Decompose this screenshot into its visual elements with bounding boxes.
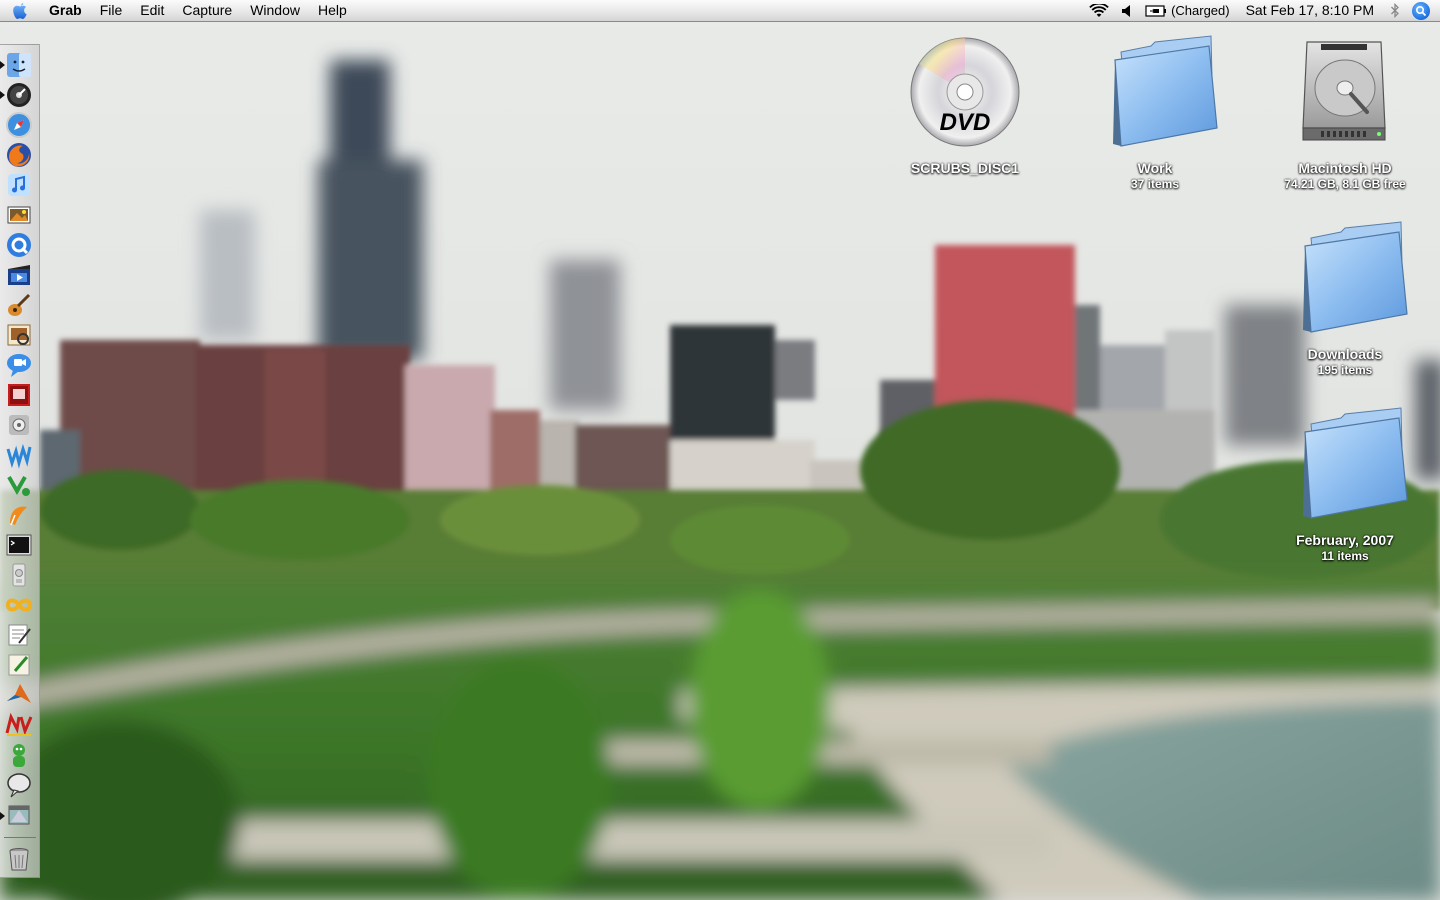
- menu-clock[interactable]: Sat Feb 17, 8:10 PM: [1236, 0, 1384, 21]
- dock-textedit-icon[interactable]: [5, 621, 33, 649]
- hd-label: Macintosh HD: [1298, 160, 1392, 176]
- wifi-icon[interactable]: [1083, 3, 1115, 18]
- work-folder-label: Work: [1137, 160, 1173, 176]
- battery-icon: [1145, 4, 1167, 17]
- spotlight-icon[interactable]: [1412, 1, 1430, 20]
- dock-grab-icon[interactable]: [5, 561, 33, 589]
- dock-terminal-icon[interactable]: [5, 531, 33, 559]
- dock-garageband-icon[interactable]: [5, 291, 33, 319]
- dock-finder-icon[interactable]: [5, 51, 33, 79]
- dock-trash-icon[interactable]: [5, 845, 33, 873]
- dock-vectorworks-icon[interactable]: [5, 471, 33, 499]
- dock-system-preferences-icon[interactable]: [5, 411, 33, 439]
- desktop-february-2007-folder[interactable]: February, 2007 11 items: [1270, 404, 1420, 564]
- desktop-work-folder[interactable]: Work 37 items: [1080, 32, 1230, 192]
- dock-script-editor-icon[interactable]: [5, 651, 33, 679]
- hard-drive-icon: [1281, 32, 1409, 160]
- dock-separator: [4, 837, 36, 838]
- dock-infinity-app-icon[interactable]: [5, 591, 33, 619]
- dock-dreamweaver-icon[interactable]: [5, 441, 33, 469]
- menu-app-name[interactable]: Grab: [40, 0, 91, 21]
- menu-help[interactable]: Help: [309, 0, 356, 21]
- dock-quicktime-icon[interactable]: [5, 231, 33, 259]
- downloads-folder-info: 195 items: [1317, 363, 1373, 377]
- apple-menu-icon[interactable]: [0, 0, 40, 21]
- dock-iphoto-icon[interactable]: [5, 201, 33, 229]
- february-folder-info: 11 items: [1321, 549, 1369, 563]
- menu-bar: Grab File Edit Capture Window Help (Char…: [0, 0, 1440, 22]
- dock-pages-icon[interactable]: [5, 501, 33, 529]
- dock: [0, 44, 40, 878]
- desktop-downloads-folder[interactable]: Downloads 195 items: [1270, 218, 1420, 378]
- dvd-logo-text: DVD: [940, 109, 991, 136]
- dock-imovie-icon[interactable]: [5, 261, 33, 289]
- menu-capture[interactable]: Capture: [173, 0, 241, 21]
- hd-info: 74.21 GB, 8.1 GB free: [1284, 177, 1406, 191]
- february-folder-label: February, 2007: [1296, 532, 1394, 548]
- desktop-dvd-item[interactable]: DVD SCRUBS_DISC1: [890, 32, 1040, 177]
- folder-icon: [1281, 218, 1409, 346]
- folder-icon: [1281, 404, 1409, 532]
- work-folder-info: 37 items: [1130, 177, 1180, 191]
- dock-adium-icon[interactable]: [5, 741, 33, 769]
- dock-safari-icon[interactable]: [5, 111, 33, 139]
- dock-dashboard-icon[interactable]: [5, 81, 33, 109]
- dock-downloads-stack-icon[interactable]: [5, 801, 33, 829]
- menu-file[interactable]: File: [91, 0, 132, 21]
- dvd-label: SCRUBS_DISC1: [910, 160, 1020, 176]
- dock-matlab-icon[interactable]: [5, 681, 33, 709]
- dock-speech-bubble-app-icon[interactable]: [5, 771, 33, 799]
- dock-firefox-icon[interactable]: [5, 141, 33, 169]
- bluetooth-icon[interactable]: [1384, 3, 1406, 18]
- battery-status-text: (Charged): [1171, 3, 1230, 18]
- downloads-folder-label: Downloads: [1307, 346, 1383, 362]
- battery-menu[interactable]: (Charged): [1139, 0, 1236, 21]
- dock-preview-icon[interactable]: [5, 321, 33, 349]
- menu-edit[interactable]: Edit: [131, 0, 173, 21]
- dock-nvu-icon[interactable]: [5, 711, 33, 739]
- dock-photo-booth-icon[interactable]: [5, 381, 33, 409]
- volume-icon[interactable]: [1115, 4, 1139, 18]
- dvd-disc-icon: DVD: [901, 32, 1029, 160]
- dock-itunes-icon[interactable]: [5, 171, 33, 199]
- desktop-macintosh-hd[interactable]: Macintosh HD 74.21 GB, 8.1 GB free: [1270, 32, 1420, 192]
- folder-icon: [1091, 32, 1219, 160]
- menu-window[interactable]: Window: [241, 0, 309, 21]
- dock-ichat-icon[interactable]: [5, 351, 33, 379]
